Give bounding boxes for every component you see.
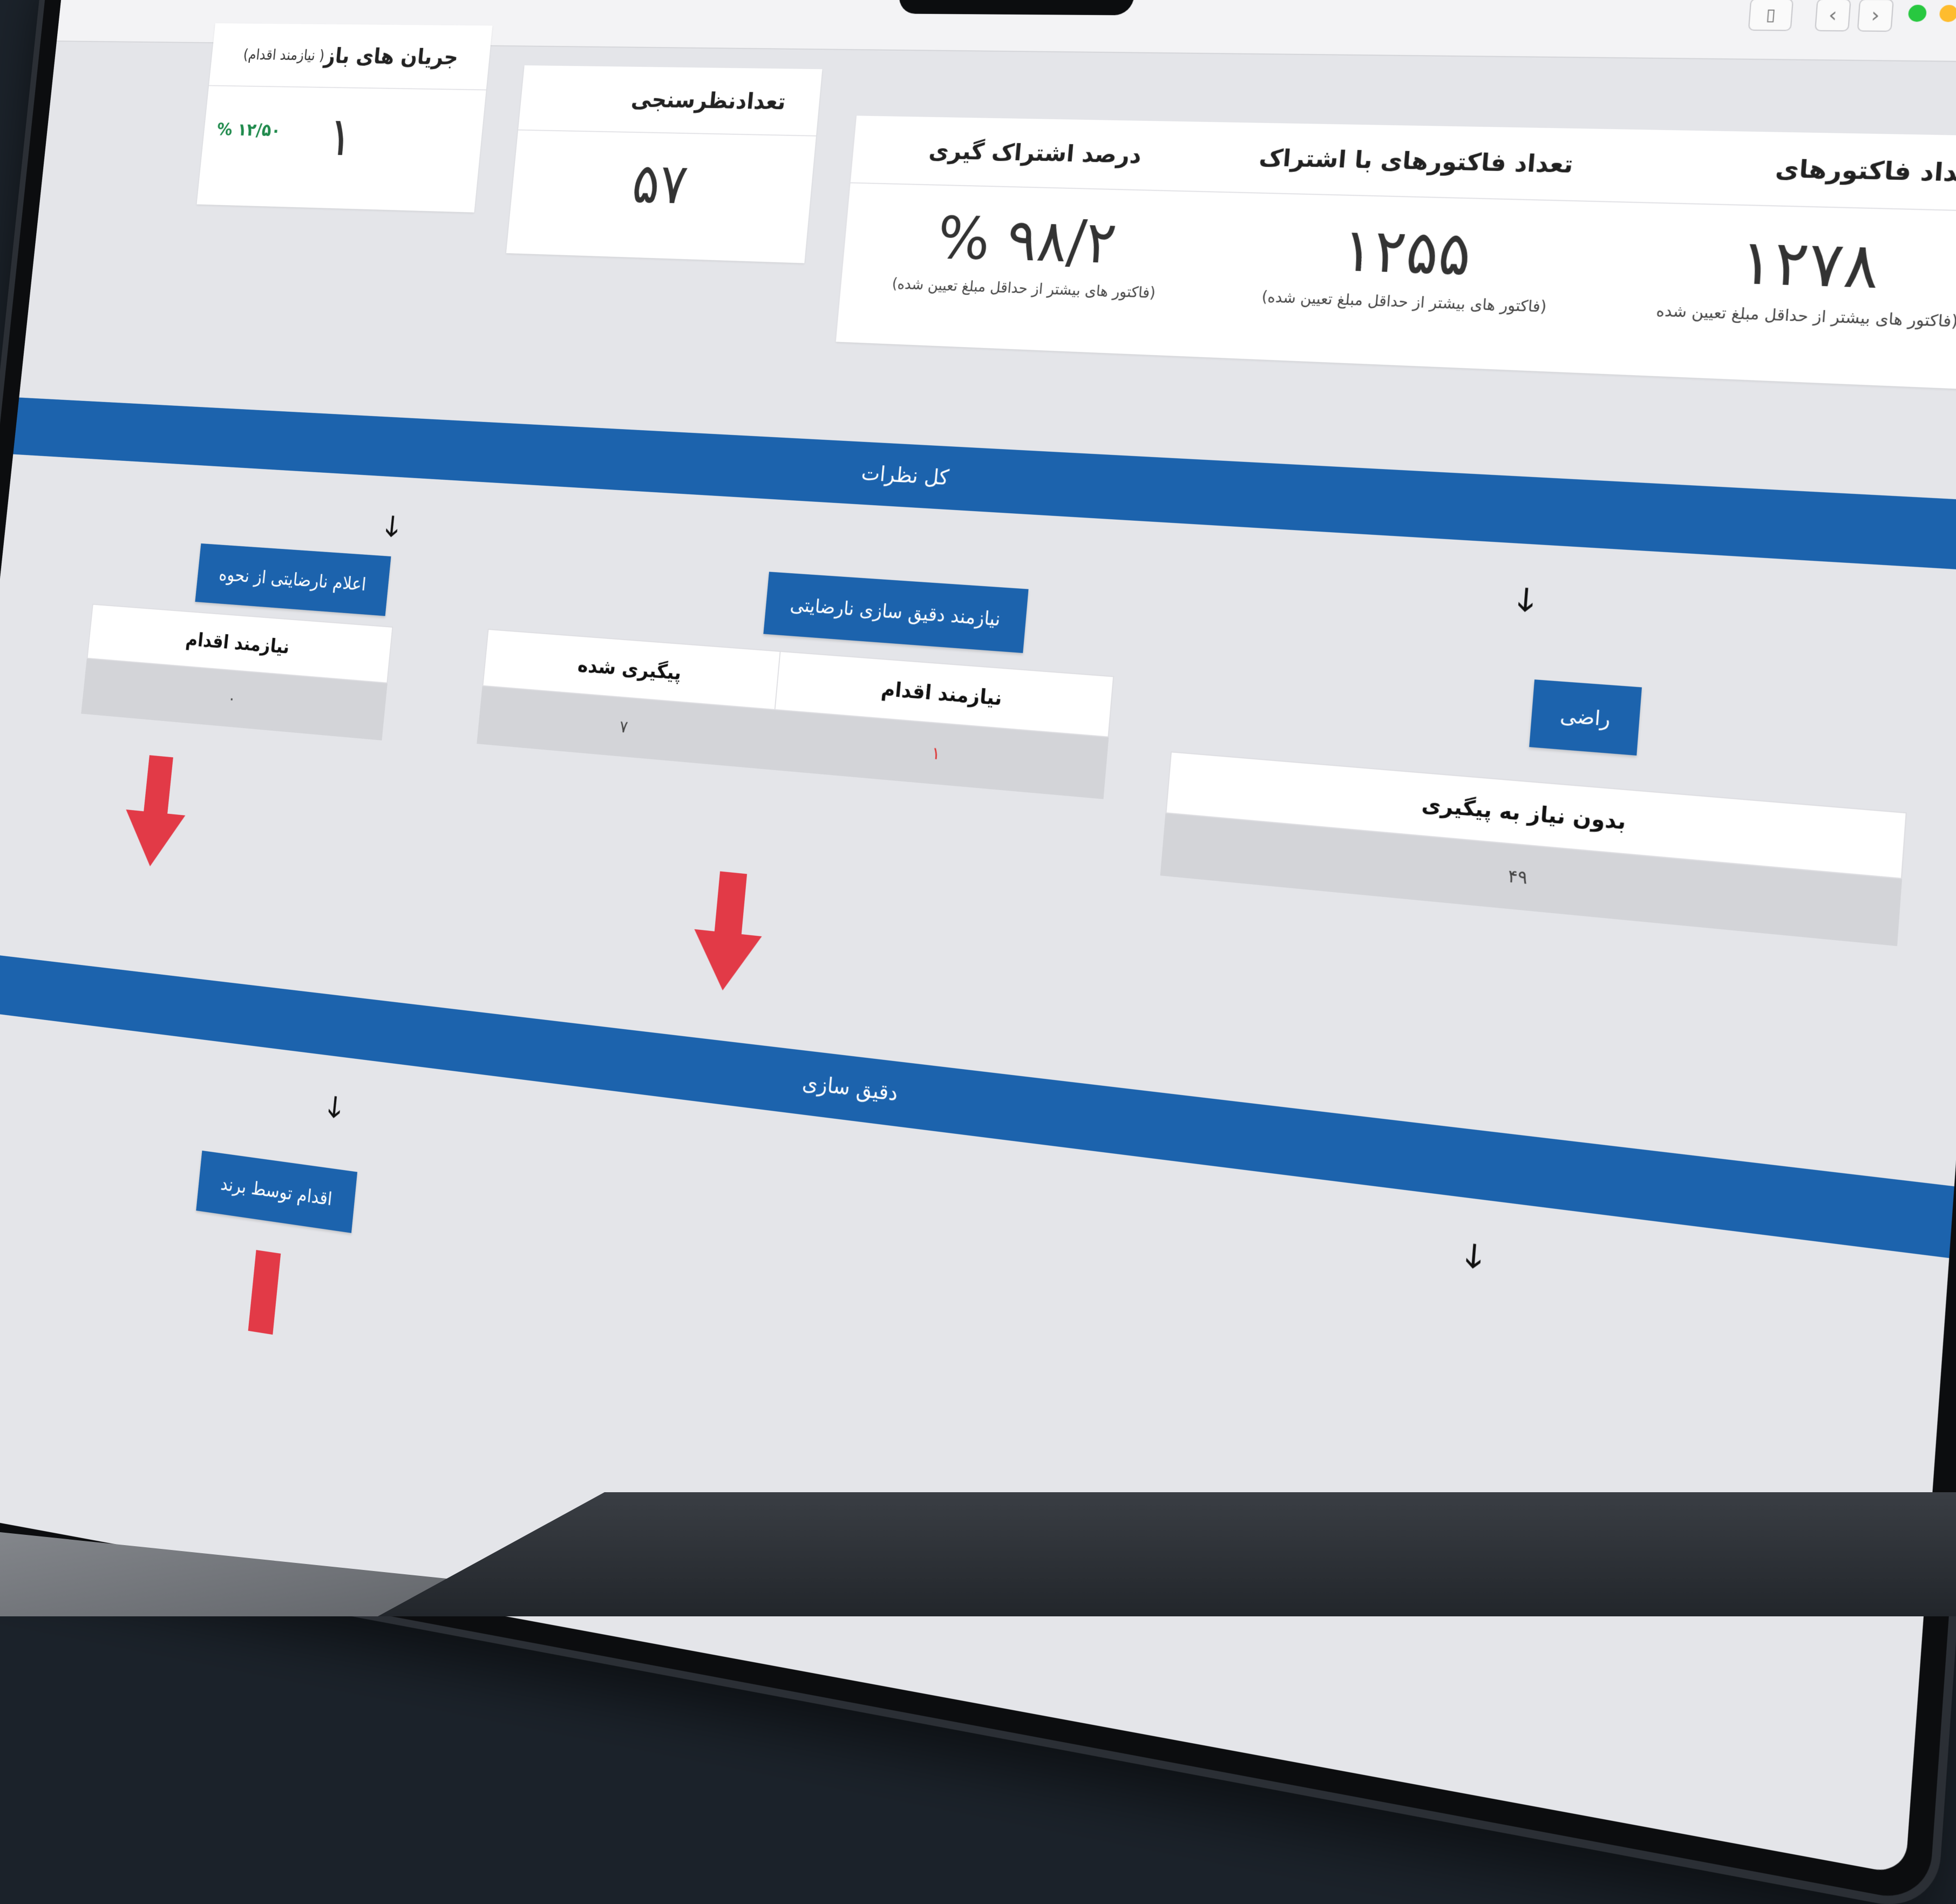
- button-label: اعلام نارضایتی از نحوه: [218, 564, 367, 595]
- card-title-hint: ( نیازمند اقدام): [242, 46, 325, 64]
- needs-refinement-button[interactable]: نیازمند دقیق سازی نارضایتی: [763, 572, 1029, 654]
- card-surveys: تعدادنظرسنجی ۵۷: [506, 65, 823, 263]
- laptop-base: [378, 1492, 1956, 1616]
- section-all-comments: کل نظرات: [13, 397, 1956, 572]
- satisfied-button[interactable]: راضی: [1529, 679, 1642, 756]
- zoom-window-button[interactable]: [1907, 4, 1927, 22]
- card-title: درصد اشتراک گیری: [850, 115, 1225, 193]
- button-label: راضی: [1559, 704, 1612, 731]
- arrow-down-icon: 🡓: [326, 1090, 343, 1125]
- button-label: اقدام توسط برند: [220, 1173, 334, 1210]
- complaint-button[interactable]: اعلام نارضایتی از نحوه: [195, 543, 391, 616]
- card-title: تعدادنظرسنجی: [518, 65, 823, 137]
- forward-button[interactable]: ›: [1857, 0, 1894, 32]
- card-value: ۵۷: [629, 151, 691, 217]
- card-value: % ۹۸/۲: [935, 204, 1119, 277]
- section-title: کل نظرات: [860, 461, 950, 491]
- camera-notch: [898, 0, 1137, 16]
- card-value: ۱۲۷۸: [1736, 226, 1882, 303]
- card-note: (فاکتور های بیشتر از حداقل مبلغ تعیین شد…: [1261, 288, 1547, 316]
- chevron-left-icon: ‹: [1828, 3, 1838, 27]
- laptop: ‹ › ▯ تعداد فاکتورهای ۱۲۷۸ (فاکتور های ب…: [0, 0, 1956, 1904]
- card-invoices-with-share: تعداد فاکتورهای با اشتراک ۱۲۵۵ (فاکتور ه…: [1203, 122, 1617, 374]
- arrow-down-icon: 🡓: [1516, 581, 1536, 619]
- card-title-text: جریان های باز: [323, 43, 460, 70]
- invoice-cards-group: تعداد فاکتورهای ۱۲۷۸ (فاکتور های بیشتر ا…: [834, 115, 1956, 391]
- card-title: جریان های باز ( نیازمند اقدام): [208, 23, 493, 91]
- card-invoices: تعداد فاکتورهای ۱۲۷۸ (فاکتور های بیشتر ا…: [1596, 129, 1956, 391]
- sidebar-toggle-button[interactable]: ▯: [1748, 0, 1794, 31]
- card-share-percent: درصد اشتراک گیری % ۹۸/۲ (فاکتور های بیشت…: [834, 115, 1225, 357]
- card-open-flows: جریان های باز ( نیازمند اقدام) ۱ % ۱۲/۵۰: [196, 23, 493, 213]
- chevron-right-icon: ›: [1870, 3, 1881, 27]
- sidebar-icon: ▯: [1765, 4, 1777, 25]
- refinement-table: نیازمند اقدام پیگیری شده ۱ ۷: [477, 629, 1115, 799]
- card-title: تعداد فاکتورهای: [1611, 129, 1956, 213]
- card-note: (فاکتور های بیشتر از حداقل مبلغ تعیین شد…: [891, 275, 1157, 302]
- card-percent: % ۱۲/۵۰: [216, 119, 282, 141]
- window-controls: [1907, 4, 1956, 23]
- button-label: نیازمند دقیق سازی نارضایتی: [789, 594, 1002, 630]
- minimize-window-button[interactable]: [1939, 5, 1956, 22]
- card-value: ۱۲۵۵: [1339, 215, 1474, 289]
- arrow-down-icon: 🡓: [1464, 1236, 1484, 1276]
- back-button[interactable]: ‹: [1814, 0, 1851, 32]
- complaint-table: نیازمند اقدام ۰: [81, 603, 393, 740]
- brand-action-button[interactable]: اقدام توسط برند: [196, 1150, 358, 1233]
- card-title: تعداد فاکتورهای با اشتراک: [1218, 122, 1617, 202]
- arrow-down-icon: 🡓: [384, 510, 400, 543]
- satisfied-table: بدون نیاز به پیگیری ۴۹: [1160, 751, 1907, 947]
- section-title: دقیق سازی: [801, 1070, 899, 1106]
- card-note: (فاکتور های بیشتر از حداقل مبلغ تعیین شد…: [1655, 301, 1956, 331]
